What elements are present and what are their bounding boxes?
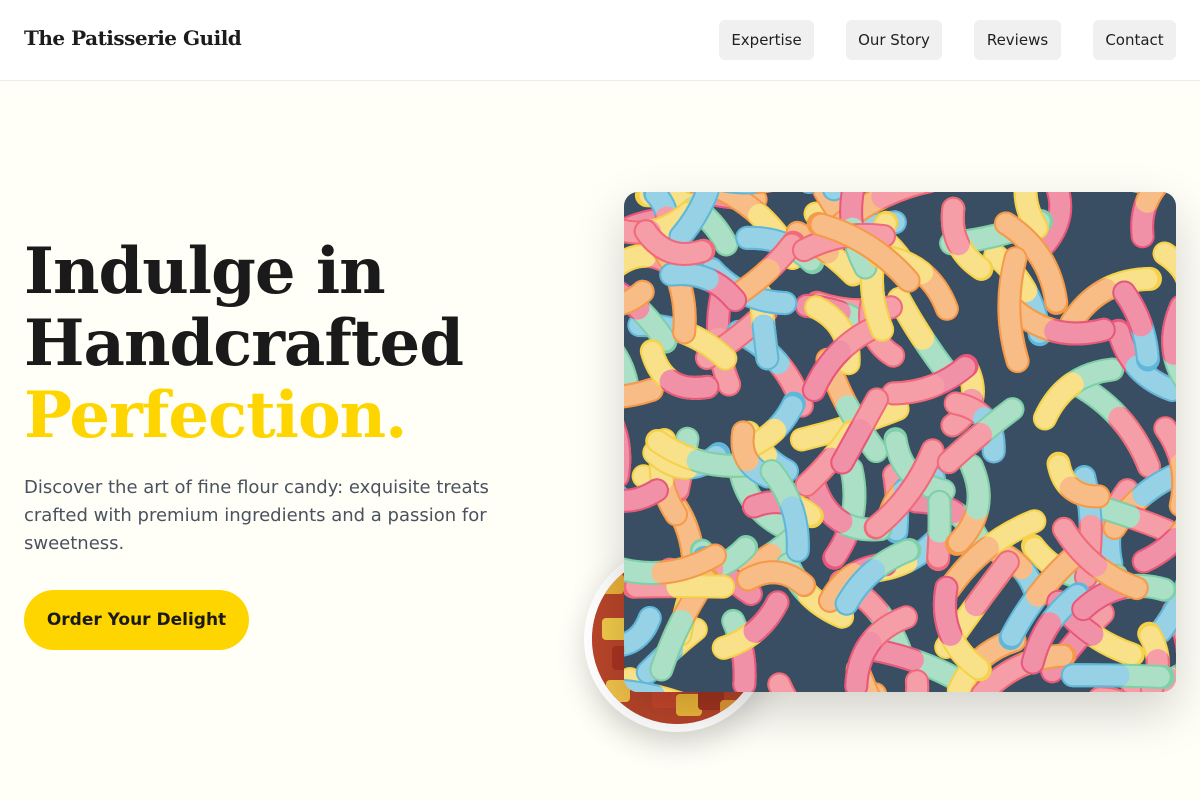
- nav-reviews[interactable]: Reviews: [974, 20, 1061, 60]
- hero-description: Discover the art of fine flour candy: ex…: [24, 477, 489, 554]
- order-button[interactable]: Order Your Delight: [24, 590, 249, 650]
- gummy-worms-illustration: [624, 192, 1176, 692]
- hero-title-line-1: Indulge in: [24, 234, 386, 309]
- nav-our-story[interactable]: Our Story: [846, 20, 942, 60]
- nav-contact[interactable]: Contact: [1093, 20, 1176, 60]
- hero-title-line-2: Handcrafted: [24, 306, 464, 381]
- nav-expertise[interactable]: Expertise: [719, 20, 814, 60]
- brand-logo[interactable]: The Patisserie Guild: [24, 26, 242, 50]
- site-header: The Patisserie Guild Expertise Our Story…: [0, 0, 1200, 81]
- hero-title: Indulge in Handcrafted Perfection.: [24, 234, 464, 453]
- hero-title-accent: Perfection.: [24, 378, 407, 453]
- gummy-worms-photo: [624, 192, 1176, 692]
